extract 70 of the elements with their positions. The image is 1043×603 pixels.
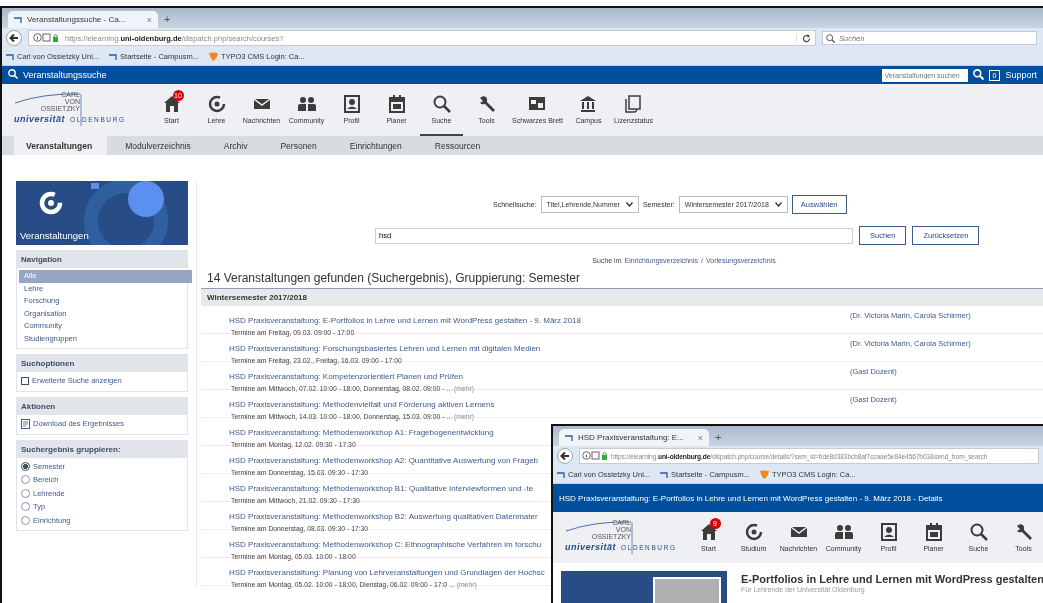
course-link[interactable]: HSD Praxisveranstaltung: Methodenworkshop C: Ethnographische Verfahren im forschu: [229, 540, 542, 549]
search-icon: [968, 521, 989, 542]
course-link[interactable]: HSD Praxisveranstaltung: Methodenworkshop A1: Fragebogenentwicklung: [229, 428, 494, 437]
browser-tab[interactable]: Veranstaltungssuche - Ca... ×: [8, 11, 158, 28]
page-icon: [660, 471, 669, 478]
new-tab-button[interactable]: +: [164, 13, 171, 28]
site-info-icon: [33, 32, 59, 44]
panel-heading: Aktionen: [17, 397, 187, 415]
panel-heading: Suchergebnis gruppieren:: [17, 440, 187, 458]
radio-button[interactable]: [21, 461, 30, 471]
search-icon: [826, 34, 835, 43]
course-link[interactable]: HSD Praxisveranstaltung: Kompetenzorientiert Planen und Prüfen: [229, 372, 463, 381]
document-icon: [21, 418, 30, 429]
new-tab-button[interactable]: +: [715, 431, 722, 446]
people-icon: [296, 94, 317, 114]
page-icon: [557, 471, 565, 478]
page-title: Veranstaltungssuche: [23, 70, 107, 80]
page-icon: [6, 53, 14, 60]
course-link[interactable]: HSD Praxisveranstaltung: Planung von Lehrveranstaltungen und Grundlagen der Hochsc: [229, 568, 545, 577]
panel-heading: Navigation: [17, 251, 187, 268]
course-link[interactable]: HSD Praxisveranstaltung: Methodenworkshop A2: Quantitative Auswertung von Frageb: [229, 456, 539, 465]
tab-title: Veranstaltungssuche - Ca...: [27, 15, 127, 24]
search-icon: [8, 69, 18, 81]
checkbox[interactable]: [21, 376, 29, 385]
subnav-tab[interactable]: Modulverzeichnis: [113, 136, 206, 155]
ring-logo-icon: [39, 191, 63, 215]
calendar-icon: [923, 521, 944, 542]
subnav-tab[interactable]: Ressourcen: [422, 136, 496, 155]
close-icon[interactable]: ×: [146, 14, 152, 25]
subnav-tab[interactable]: Personen: [268, 136, 332, 155]
course-link[interactable]: HSD Praxisveranstaltung: Methodenworkshop B1: Qualitative Interviewformen und -te: [229, 484, 534, 493]
radio-button[interactable]: [21, 488, 30, 498]
ring-icon: [743, 521, 764, 542]
support-link[interactable]: Support: [1005, 70, 1037, 80]
page-title: HSD Praxisveranstaltung: E-Portfolios in Lehre und Lernen mit WordPress gestalten - 9. März 2018 - Details: [559, 493, 943, 503]
results-heading: 14 Veranstaltungen gefunden (Suchergebnis), Gruppierung: Semester: [206, 271, 581, 287]
radio-button[interactable]: [21, 515, 30, 525]
course-title: E-Portfolios in Lehre und Lernen mit WordPress gestalten: [741, 573, 1043, 585]
close-icon[interactable]: ×: [697, 432, 703, 443]
page-icon: [109, 53, 118, 60]
logo-text: universität: [565, 541, 616, 552]
radio-button[interactable]: [21, 502, 30, 512]
profile-icon: [341, 94, 362, 114]
subnav-tab[interactable]: Archiv: [211, 136, 263, 155]
reload-icon: [796, 33, 811, 43]
shield-icon: [759, 470, 769, 479]
calendar-icon: [386, 94, 407, 114]
browser-tab[interactable]: HSD Praxisveranstaltung: E... ×: [559, 429, 709, 446]
subnav-tab[interactable]: Einrichtungen: [337, 136, 417, 155]
course-link[interactable]: HSD Praxisveranstaltung: Methodenworkshop B2: Auswertung qualitativen Datenmater: [229, 512, 538, 521]
page-icon: [565, 434, 573, 441]
banner-title: Veranstaltungen: [20, 230, 89, 241]
subnav-tab[interactable]: Veranstaltungen: [14, 136, 108, 155]
tab-title: HSD Praxisveranstaltung: E...: [578, 433, 685, 442]
logo-text: universität: [14, 114, 65, 124]
course-link[interactable]: HSD Praxisveranstaltung: Forschungsbasiertes Lehren und Lernen mit digitalen Medien: [229, 344, 541, 353]
radio-button[interactable]: [21, 475, 30, 485]
shield-icon: [208, 52, 218, 61]
panel-heading: Suchoptionen: [17, 355, 187, 372]
document-icon: [623, 94, 644, 114]
search-icon: [431, 94, 452, 114]
page-icon: [14, 16, 22, 23]
course-link[interactable]: HSD Praxisveranstaltung: E-Portfolios in Lehre und Lernen mit WordPress gestalten - 9. März 2018: [229, 316, 582, 325]
caret-icon: [625, 200, 633, 208]
ring-icon: [206, 94, 227, 114]
profile-icon: [878, 521, 899, 542]
course-link[interactable]: HSD Praxisveranstaltung: Methodenvielfalt und Förderung aktiven Lernens: [229, 400, 495, 409]
group-heading: Wintersemester 2017/2018: [201, 288, 1043, 306]
site-info-icon: [582, 450, 608, 462]
caret-icon: [774, 200, 782, 208]
